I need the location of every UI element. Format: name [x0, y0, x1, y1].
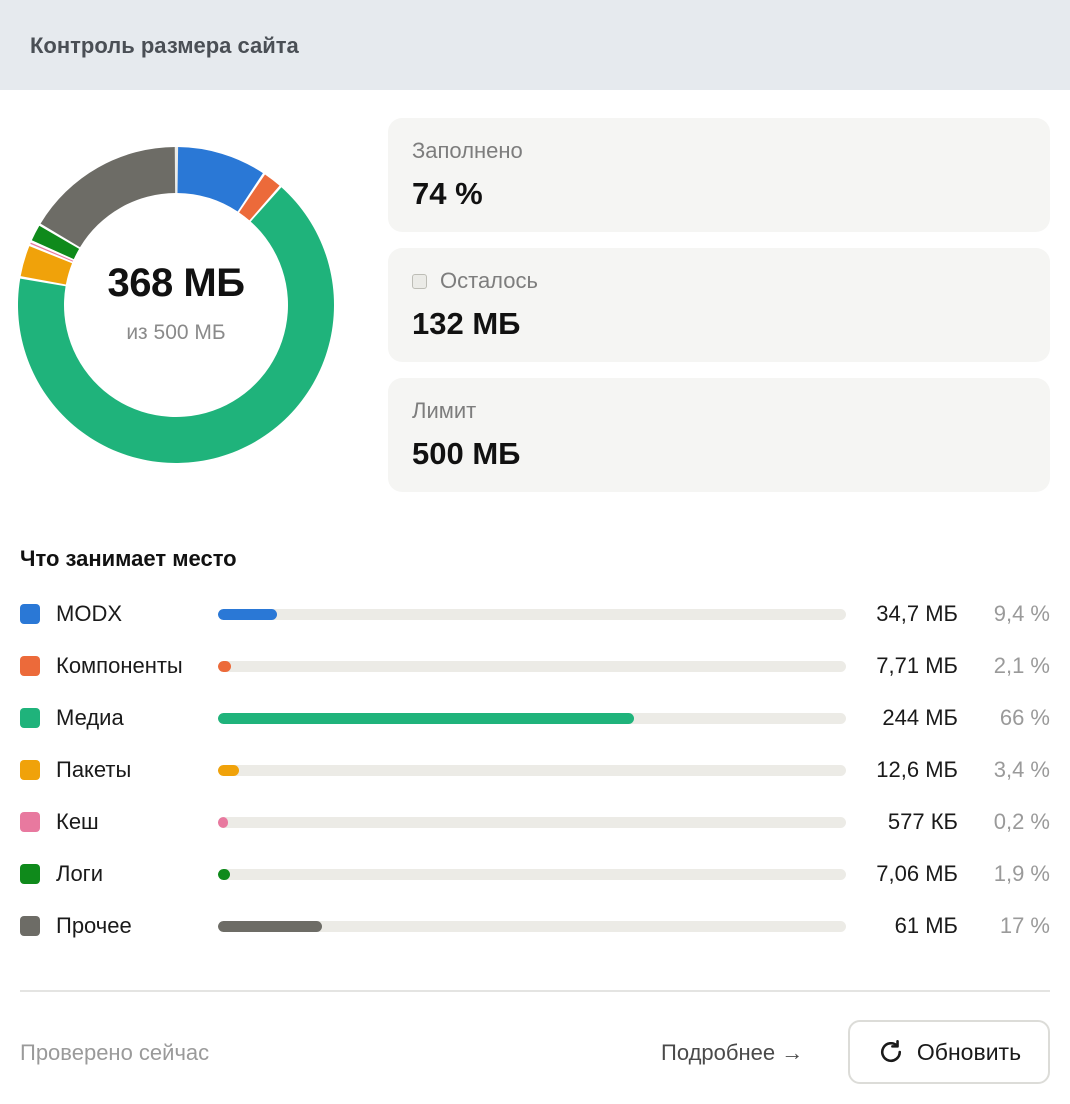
usage-bar-fill	[218, 817, 229, 828]
category-percent: 66 %	[999, 705, 1050, 730]
category-size: 577 КБ	[887, 809, 958, 834]
category-color-swatch	[20, 708, 40, 728]
usage-bar-fill	[218, 765, 240, 776]
category-name: Компоненты	[56, 653, 183, 678]
usage-bar-track	[218, 869, 846, 880]
category-name: Прочее	[56, 913, 132, 938]
category-size: 7,71 МБ	[876, 653, 958, 678]
usage-donut-chart: 368 МБ из 500 МБ	[18, 147, 334, 463]
category-name: Медиа	[56, 705, 124, 730]
filled-card: Заполнено 74 %	[388, 118, 1050, 232]
check-status: Проверено сейчас	[20, 1040, 210, 1065]
category-size: 244 МБ	[882, 705, 958, 730]
filled-label: Заполнено	[412, 138, 523, 163]
breakdown-row-logs: Логи 7,06 МБ 1,9 %	[20, 860, 1050, 890]
category-name: MODX	[56, 601, 122, 626]
category-size: 61 МБ	[894, 913, 958, 938]
breakdown-row-media: Медиа 244 МБ 66 %	[20, 704, 1050, 734]
usage-bar-track	[218, 609, 846, 620]
usage-bar-track	[218, 661, 846, 672]
category-percent: 1,9 %	[993, 861, 1050, 886]
category-color-swatch	[20, 812, 40, 832]
usage-bar-track	[218, 921, 846, 932]
footer-divider	[20, 990, 1050, 992]
category-color-swatch	[20, 604, 40, 624]
widget-header: Контроль размера сайта	[0, 0, 1070, 90]
category-color-swatch	[20, 760, 40, 780]
category-percent: 2,1 %	[993, 653, 1050, 678]
category-name: Пакеты	[56, 757, 132, 782]
category-percent: 17 %	[999, 913, 1050, 938]
donut-total-value: из 500 МБ	[126, 321, 226, 344]
usage-bar-fill	[218, 609, 278, 620]
category-size: 7,06 МБ	[876, 861, 958, 886]
usage-bar-fill	[218, 921, 323, 932]
category-name: Логи	[56, 861, 103, 886]
refresh-icon	[880, 1039, 901, 1063]
free-space-swatch-icon	[412, 273, 427, 289]
usage-bar-fill	[218, 661, 232, 672]
donut-center: 368 МБ из 500 МБ	[18, 147, 334, 463]
limit-label: Лимит	[412, 398, 477, 423]
category-percent: 3,4 %	[993, 757, 1050, 782]
usage-bar-track	[218, 713, 846, 724]
remaining-value: 132 МБ	[412, 306, 521, 341]
category-size: 12,6 МБ	[876, 757, 958, 782]
limit-card: Лимит 500 МБ	[388, 378, 1050, 492]
breakdown-title: Что занимает место	[20, 546, 237, 571]
breakdown-row-packages: Пакеты 12,6 МБ 3,4 %	[20, 756, 1050, 786]
category-percent: 0,2 %	[993, 809, 1050, 834]
breakdown-row-cache: Кеш 577 КБ 0,2 %	[20, 808, 1050, 838]
breakdown-row-other: Прочее 61 МБ 17 %	[20, 912, 1050, 942]
breakdown-row-modx: MODX 34,7 МБ 9,4 %	[20, 600, 1050, 630]
usage-bar-track	[218, 765, 846, 776]
category-color-swatch	[20, 864, 40, 884]
refresh-button[interactable]: Обновить	[848, 1020, 1050, 1084]
usage-bar-fill	[218, 869, 230, 880]
usage-bar-fill	[218, 713, 635, 724]
remaining-card: Осталось 132 МБ	[388, 248, 1050, 362]
category-color-swatch	[20, 916, 40, 936]
usage-bar-track	[218, 817, 846, 828]
category-name: Кеш	[56, 809, 99, 834]
filled-value: 74 %	[412, 176, 483, 211]
category-color-swatch	[20, 656, 40, 676]
refresh-label: Обновить	[916, 1038, 1022, 1065]
category-size: 34,7 МБ	[876, 601, 958, 626]
category-percent: 9,4 %	[993, 601, 1050, 626]
details-link[interactable]: Подробнее →	[661, 1040, 803, 1066]
remaining-label: Осталось	[412, 268, 538, 294]
breakdown-row-components: Компоненты 7,71 МБ 2,1 %	[20, 652, 1050, 682]
donut-used-value: 368 МБ	[107, 261, 245, 305]
widget-title: Контроль размера сайта	[30, 33, 299, 58]
limit-value: 500 МБ	[412, 436, 521, 471]
